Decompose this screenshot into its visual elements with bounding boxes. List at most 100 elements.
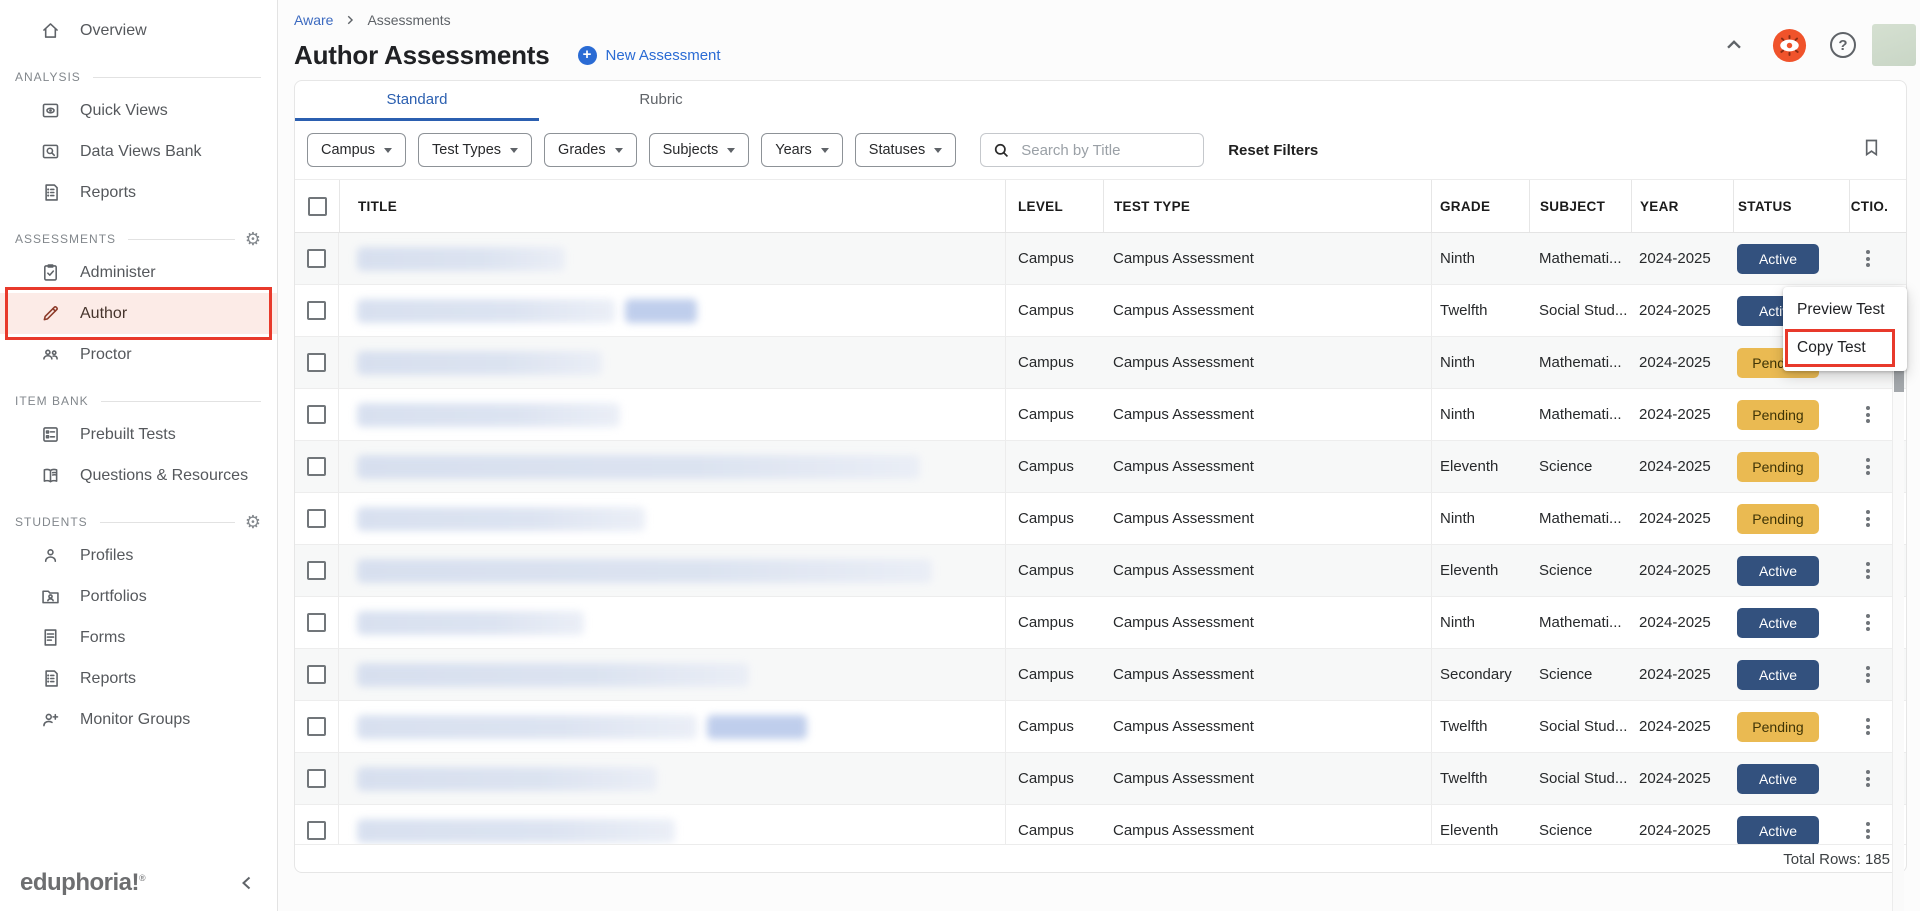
sidebar-item-portfolios[interactable]: Portfolios [0,576,277,617]
row-actions-kebab-icon[interactable] [1860,712,1876,742]
cell-level: Campus [1005,649,1103,700]
cell-subject: Science [1529,649,1631,700]
page-header: Aware Assessments Author Assessments New… [278,0,1920,72]
new-assessment-button[interactable]: New Assessment [578,46,721,65]
annotation-box [1785,329,1895,367]
row-checkbox[interactable] [307,301,326,320]
menu-item-copy-test[interactable]: Copy Test [1783,329,1907,367]
chevron-down-icon [615,148,623,153]
cell-title [339,701,1005,752]
filter-chip-test-types[interactable]: Test Types [418,133,532,167]
row-checkbox[interactable] [307,509,326,528]
aware-app-eye-icon[interactable] [1771,27,1808,64]
row-checkbox[interactable] [307,821,326,840]
settings-gear-icon[interactable] [245,512,261,533]
sidebar-section-analysis: ANALYSIS [0,64,277,90]
row-checkbox[interactable] [307,613,326,632]
chevron-up-icon[interactable] [1721,32,1747,58]
status-badge: Pending [1737,712,1819,742]
row-checkbox[interactable] [307,353,326,372]
column-header-grade[interactable]: GRADE [1431,180,1529,232]
sidebar-item-label: Overview [80,22,147,40]
sidebar-collapse-icon[interactable] [235,871,259,895]
reset-filters-button[interactable]: Reset Filters [1228,142,1318,159]
cell-status: Active [1733,649,1849,700]
sidebar-item-author[interactable]: Author [0,293,277,334]
sidebar-item-label: Prebuilt Tests [80,426,176,444]
row-checkbox[interactable] [307,561,326,580]
filter-chip-grades[interactable]: Grades [544,133,637,167]
row-checkbox[interactable] [307,717,326,736]
status-badge: Active [1737,660,1819,690]
cell-level: Campus [1005,545,1103,596]
table-scrollbar[interactable] [1892,331,1904,911]
breadcrumb-aware-link[interactable]: Aware [294,12,333,28]
status-badge: Active [1737,608,1819,638]
redacted-title [357,507,645,531]
cell-grade: Ninth [1431,493,1529,544]
redacted-title [357,767,657,791]
tab-rubric[interactable]: Rubric [539,81,783,121]
cell-title [339,597,1005,648]
row-actions-kebab-icon[interactable] [1860,608,1876,638]
cell-checkbox [295,805,339,844]
sidebar-item-reports[interactable]: Reports [0,172,277,213]
status-badge: Active [1737,556,1819,586]
search-input[interactable] [1021,142,1181,159]
cell-title [339,389,1005,440]
cell-actions [1849,493,1887,544]
row-checkbox[interactable] [307,665,326,684]
user-avatar[interactable] [1872,24,1916,66]
filter-chip-campus[interactable]: Campus [307,133,406,167]
row-actions-kebab-icon[interactable] [1860,452,1876,482]
sidebar-item-quick-views[interactable]: Quick Views [0,90,277,131]
menu-item-preview-test[interactable]: Preview Test [1783,291,1907,329]
sidebar-item-data-views-bank[interactable]: Data Views Bank [0,131,277,172]
section-label: ITEM BANK [15,394,89,408]
redacted-title [357,715,697,739]
row-checkbox[interactable] [307,405,326,424]
select-all-checkbox[interactable] [308,197,327,216]
filter-chip-years[interactable]: Years [761,133,843,167]
row-actions-kebab-icon[interactable] [1860,244,1876,274]
row-checkbox[interactable] [307,769,326,788]
row-actions-kebab-icon[interactable] [1860,764,1876,794]
column-header-year[interactable]: YEAR [1631,180,1733,232]
column-header-title[interactable]: TITLE [339,180,1005,232]
sidebar-item-overview[interactable]: Overview [0,10,277,51]
column-header-level[interactable]: LEVEL [1005,180,1103,232]
filter-chip-statuses[interactable]: Statuses [855,133,956,167]
logo-text: eduphoria! [20,869,139,896]
sidebar-item-questions-resources[interactable]: Questions & Resources [0,455,277,496]
row-actions-kebab-icon[interactable] [1860,660,1876,690]
tab-standard[interactable]: Standard [295,81,539,121]
row-actions-kebab-icon[interactable] [1860,504,1876,534]
sidebar-item-profiles[interactable]: Profiles [0,535,277,576]
column-header-actions[interactable]: ACTIO... [1849,180,1887,232]
row-checkbox[interactable] [307,249,326,268]
cell-title [339,233,1005,284]
sidebar-item-administer[interactable]: Administer [0,252,277,293]
cell-grade: Ninth [1431,389,1529,440]
sidebar-item-monitor-groups[interactable]: Monitor Groups [0,699,277,740]
help-icon[interactable] [1830,32,1856,58]
sidebar-section-assessments: ASSESSMENTS [0,226,277,252]
filter-chip-subjects[interactable]: Subjects [649,133,750,167]
column-header-status[interactable]: STATUS [1733,180,1849,232]
cell-actions [1849,441,1887,492]
column-header-subject[interactable]: SUBJECT [1529,180,1631,232]
column-header-test-type[interactable]: TEST TYPE [1103,180,1431,232]
row-actions-kebab-icon[interactable] [1860,400,1876,430]
cell-year: 2024-2025 [1631,441,1733,492]
row-actions-kebab-icon[interactable] [1860,556,1876,586]
row-actions-kebab-icon[interactable] [1860,816,1876,845]
bookmark-icon[interactable] [1861,137,1882,158]
cell-checkbox [295,545,339,596]
sidebar-item-proctor[interactable]: Proctor [0,334,277,375]
sidebar-item-forms[interactable]: Forms [0,617,277,658]
sidebar-item-prebuilt-tests[interactable]: Prebuilt Tests [0,414,277,455]
row-checkbox[interactable] [307,457,326,476]
sidebar-item-reports[interactable]: Reports [0,658,277,699]
quick-views-icon [40,100,62,122]
settings-gear-icon[interactable] [245,229,261,250]
